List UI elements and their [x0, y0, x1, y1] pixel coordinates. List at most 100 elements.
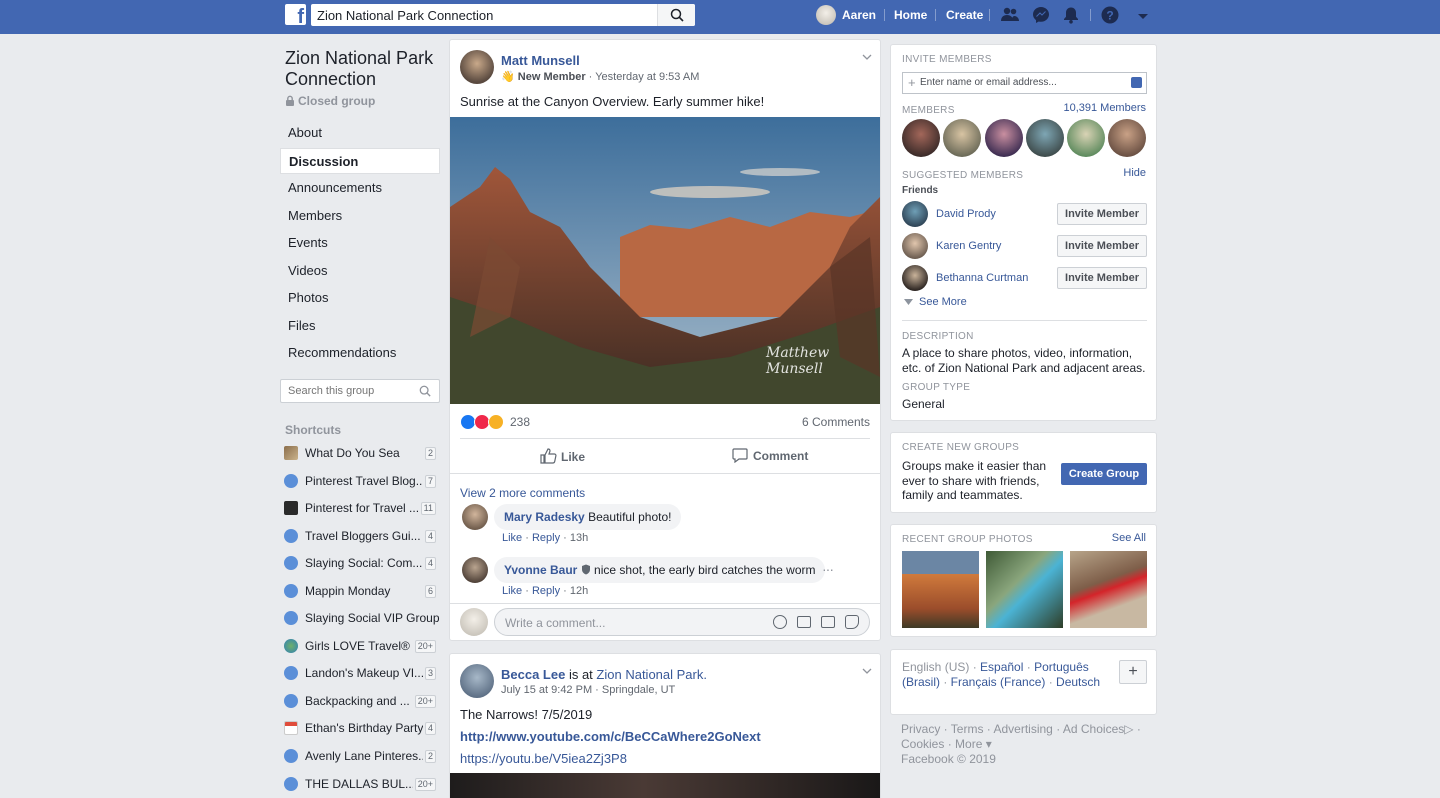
- suggested-member-avatar[interactable]: [902, 201, 928, 227]
- invite-member-button[interactable]: Invite Member: [1057, 235, 1147, 257]
- footer-link-terms[interactable]: Terms: [951, 722, 984, 736]
- author-avatar[interactable]: [460, 664, 494, 698]
- camera-icon[interactable]: [797, 616, 811, 628]
- see-more-link[interactable]: See More: [904, 296, 967, 308]
- author-avatar[interactable]: [460, 50, 494, 84]
- notifications-bell-icon[interactable]: [1062, 6, 1080, 24]
- post-photo[interactable]: [450, 773, 880, 798]
- post-place-link[interactable]: Zion National Park.: [596, 667, 707, 682]
- shortcut-item[interactable]: Backpacking and ... 20+: [284, 691, 438, 711]
- group-search-input[interactable]: [281, 380, 411, 402]
- post-author-name[interactable]: Matt Munsell: [501, 53, 580, 68]
- recent-photo-thumbnail[interactable]: [1070, 551, 1147, 628]
- post-timestamp[interactable]: July 15 at 9:42 PM: [501, 684, 592, 696]
- group-nav-discussion[interactable]: Discussion: [280, 148, 440, 174]
- see-all-photos-link[interactable]: See All: [1112, 532, 1146, 544]
- group-nav-about[interactable]: About: [280, 120, 440, 146]
- group-nav-recommendations[interactable]: Recommendations: [280, 340, 440, 366]
- post-author-name[interactable]: Becca Lee: [501, 667, 565, 682]
- contacts-icon[interactable]: [1131, 77, 1142, 88]
- group-nav-announcements[interactable]: Announcements: [280, 175, 440, 201]
- member-avatar[interactable]: [1108, 119, 1146, 157]
- group-nav-files[interactable]: Files: [280, 313, 440, 339]
- post-link[interactable]: https://youtu.be/V5iea2Zj3P8: [460, 751, 627, 766]
- create-link[interactable]: Create: [946, 0, 983, 30]
- language-link[interactable]: Español: [980, 660, 1023, 674]
- friend-requests-icon[interactable]: [1001, 6, 1019, 24]
- help-icon[interactable]: ?: [1101, 6, 1119, 24]
- view-more-comments-link[interactable]: View 2 more comments: [460, 486, 585, 500]
- search-button[interactable]: [657, 4, 695, 26]
- post-timestamp[interactable]: Yesterday at 9:53 AM: [595, 71, 699, 83]
- comments-count-link[interactable]: 6 Comments: [802, 415, 870, 429]
- footer-link-more[interactable]: More: [955, 737, 982, 751]
- shortcut-item[interactable]: Travel Bloggers Gui... 4: [284, 526, 438, 546]
- account-menu-caret-icon[interactable]: [1134, 8, 1152, 26]
- member-avatar[interactable]: [985, 119, 1023, 157]
- group-title[interactable]: Zion National Park Connection: [285, 48, 445, 90]
- recent-photo-thumbnail[interactable]: [902, 551, 979, 628]
- gif-icon[interactable]: [821, 616, 835, 628]
- group-nav-members[interactable]: Members: [280, 203, 440, 229]
- commenter-name[interactable]: Mary Radesky: [504, 510, 585, 524]
- comment-reply-link[interactable]: Reply: [532, 532, 560, 544]
- comment-button[interactable]: Comment: [732, 448, 808, 464]
- hide-suggestions-link[interactable]: Hide: [1123, 167, 1146, 179]
- comment-age[interactable]: 12h: [570, 585, 588, 597]
- language-link[interactable]: Français (France): [951, 675, 1046, 689]
- comment-like-link[interactable]: Like: [502, 585, 522, 597]
- messenger-icon[interactable]: [1032, 6, 1050, 24]
- comment-age[interactable]: 13h: [570, 532, 588, 544]
- invite-member-button[interactable]: Invite Member: [1057, 267, 1147, 289]
- shortcut-item[interactable]: Landon's Makeup VI... 3: [284, 663, 438, 683]
- member-avatar[interactable]: [902, 119, 940, 157]
- shortcut-item[interactable]: Slaying Social: Com... 4: [284, 553, 438, 573]
- shortcut-item[interactable]: Slaying Social VIP Group: [284, 608, 440, 628]
- create-group-button[interactable]: Create Group: [1061, 463, 1147, 485]
- post-options-chevron-icon[interactable]: [862, 666, 872, 676]
- member-avatar[interactable]: [943, 119, 981, 157]
- member-avatar[interactable]: [1067, 119, 1105, 157]
- global-search-box[interactable]: Zion National Park Connection: [311, 4, 695, 26]
- commenter-avatar[interactable]: [462, 557, 488, 583]
- commenter-name[interactable]: Yvonne Baur: [504, 563, 577, 577]
- footer-link-cookies[interactable]: Cookies: [901, 737, 944, 751]
- suggested-member-avatar[interactable]: [902, 265, 928, 291]
- language-link[interactable]: Deutsch: [1056, 675, 1100, 689]
- shortcut-item[interactable]: Ethan's Birthday Party ... 4: [284, 718, 438, 738]
- post-location[interactable]: Springdale, UT: [602, 684, 675, 696]
- shortcut-item[interactable]: Girls LOVE Travel® 20+: [284, 636, 438, 656]
- commenter-avatar[interactable]: [462, 504, 488, 530]
- shortcut-item[interactable]: Avenly Lane Pinteres... 2: [284, 746, 438, 766]
- comment-reply-link[interactable]: Reply: [532, 585, 560, 597]
- invite-members-input[interactable]: + Enter name or email address...: [902, 72, 1147, 94]
- sticker-icon[interactable]: [845, 615, 859, 629]
- shortcut-item[interactable]: Pinterest Travel Blog... 7: [284, 471, 438, 491]
- shortcut-item[interactable]: THE DALLAS BUL... 20+: [284, 774, 438, 794]
- shortcut-item[interactable]: Mappin Monday 6: [284, 581, 438, 601]
- facebook-logo-icon[interactable]: f: [285, 4, 306, 25]
- comment-composer[interactable]: Write a comment...: [494, 608, 870, 636]
- home-link[interactable]: Home: [894, 0, 927, 30]
- global-search-input[interactable]: Zion National Park Connection: [317, 8, 493, 23]
- suggested-member-name[interactable]: David Prody: [936, 208, 996, 220]
- footer-link-advertising[interactable]: Advertising: [993, 722, 1052, 736]
- members-count-link[interactable]: 10,391 Members: [1063, 102, 1146, 114]
- group-search-box[interactable]: [280, 379, 440, 403]
- suggested-member-name[interactable]: Karen Gentry: [936, 240, 1001, 252]
- group-nav-events[interactable]: Events: [280, 230, 440, 256]
- add-language-button[interactable]: +: [1119, 660, 1147, 684]
- like-button[interactable]: Like: [540, 448, 585, 464]
- recent-photo-thumbnail[interactable]: [986, 551, 1063, 628]
- comment-like-link[interactable]: Like: [502, 532, 522, 544]
- suggested-member-avatar[interactable]: [902, 233, 928, 259]
- group-nav-photos[interactable]: Photos: [280, 285, 440, 311]
- emoji-icon[interactable]: [773, 615, 787, 629]
- footer-link-privacy[interactable]: Privacy: [901, 722, 940, 736]
- shortcut-item[interactable]: Pinterest for Travel ... 11: [284, 498, 438, 518]
- search-icon[interactable]: [419, 385, 431, 397]
- post-link[interactable]: http://www.youtube.com/c/BeCCaWhere2GoNe…: [460, 729, 761, 744]
- profile-link[interactable]: Aaren: [842, 0, 876, 30]
- member-avatar[interactable]: [1026, 119, 1064, 157]
- post-options-chevron-icon[interactable]: [862, 52, 872, 62]
